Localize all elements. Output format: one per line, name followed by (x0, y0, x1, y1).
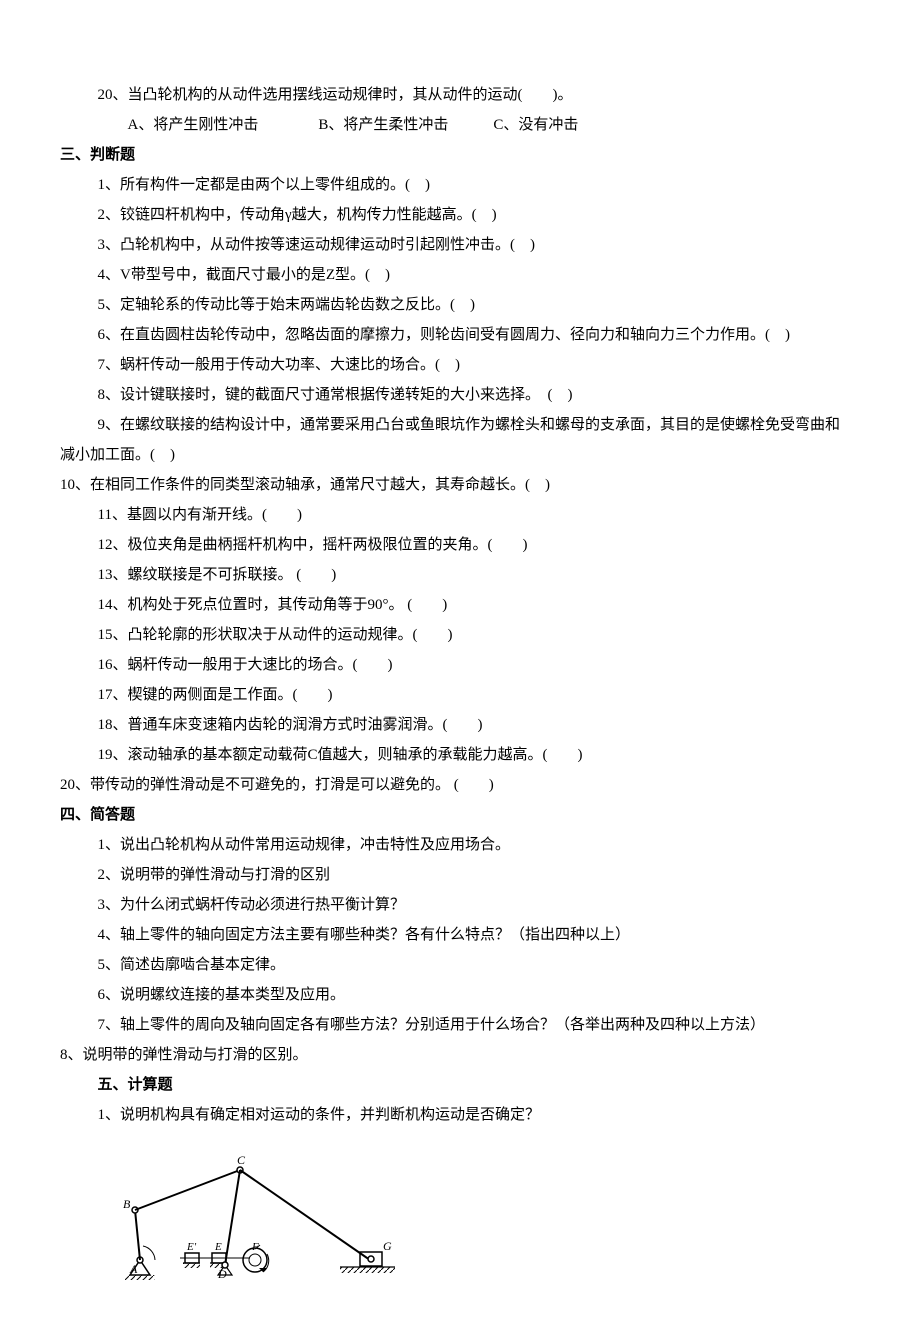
tf-item: 6、在直齿圆柱齿轮传动中，忽略齿面的摩擦力，则轮齿间受有圆周力、径向力和轴向力三… (60, 320, 860, 350)
tf-item: 11、基圆以内有渐开线。( ) (60, 500, 860, 530)
tf-item: 13、螺纹联接是不可拆联接。 ( ) (60, 560, 860, 590)
mc-question-20: 20、当凸轮机构的从动件选用摆线运动规律时，其从动件的运动( )。 (60, 80, 860, 110)
tf-item: 2、铰链四杆机构中，传动角γ越大，机构传力性能越高。( ) (60, 200, 860, 230)
sa-item: 2、说明带的弹性滑动与打滑的区别 (60, 860, 860, 890)
tf-item: 18、普通车床变速箱内齿轮的润滑方式时油雾润滑。( ) (60, 710, 860, 740)
mc-question-20-options: A、将产生刚性冲击 B、将产生柔性冲击 C、没有冲击 (60, 110, 860, 140)
label-c: C (237, 1153, 246, 1167)
tf-item: 14、机构处于死点位置时，其传动角等于90°。 ( ) (60, 590, 860, 620)
sa-item: 7、轴上零件的周向及轴向固定各有哪些方法？分别适用于什么场合？（各举出两种及四种… (60, 1010, 860, 1040)
tf-item: 19、滚动轴承的基本额定动载荷C值越大，则轴承的承载能力越高。( ) (60, 740, 860, 770)
tf-item-9b: 减小加工面。( ) (60, 440, 860, 470)
tf-item: 7、蜗杆传动一般用于传动大功率、大速比的场合。( ) (60, 350, 860, 380)
tf-item-20b: 20、带传动的弹性滑动是不可避免的，打滑是可以避免的。 ( ) (60, 770, 860, 800)
sa-item: 4、轴上零件的轴向固定方法主要有哪些种类？各有什么特点？（指出四种以上） (60, 920, 860, 950)
section-3-heading: 三、判断题 (60, 140, 860, 170)
sa-item: 3、为什么闭式蜗杆传动必须进行热平衡计算？ (60, 890, 860, 920)
tf-item-9a: 9、在螺纹联接的结构设计中，通常要采用凸台或鱼眼坑作为螺栓头和螺母的支承面，其目… (60, 410, 860, 440)
tf-item-10: 10、在相同工作条件的同类型滚动轴承，通常尺寸越大，其寿命越长。( ) (60, 470, 860, 500)
label-e: E (214, 1241, 222, 1253)
tf-item: 3、凸轮机构中，从动件按等速运动规律运动时引起刚性冲击。( ) (60, 230, 860, 260)
tf-item: 8、设计键联接时，键的截面尺寸通常根据传递转矩的大小来选择。 ( ) (60, 380, 860, 410)
label-b: B (123, 1197, 131, 1211)
sa-item: 5、简述齿廓啮合基本定律。 (60, 950, 860, 980)
section-4-heading: 四、简答题 (60, 800, 860, 830)
tf-item: 5、定轴轮系的传动比等于始末两端齿轮齿数之反比。( ) (60, 290, 860, 320)
section-5-heading: 五、计算题 (60, 1070, 860, 1100)
tf-item: 17、楔键的两侧面是工作面。( ) (60, 680, 860, 710)
label-a: A (129, 1262, 138, 1276)
tf-item: 15、凸轮轮廓的形状取决于从动件的运动规律。( ) (60, 620, 860, 650)
tf-item: 1、所有构件一定都是由两个以上零件组成的。( ) (60, 170, 860, 200)
sa-item-8: 8、说明带的弹性滑动与打滑的区别。 (60, 1040, 860, 1070)
tf-item: 12、极位夹角是曲柄摇杆机构中，摇杆两极限位置的夹角。( ) (60, 530, 860, 560)
sa-item: 1、说出凸轮机构从动件常用运动规律，冲击特性及应用场合。 (60, 830, 860, 860)
label-g: G (383, 1239, 392, 1253)
calc-item-1: 1、说明机构具有确定相对运动的条件，并判断机构运动是否确定？ (60, 1100, 860, 1130)
label-f: F (251, 1241, 259, 1253)
label-e-prime: E' (186, 1241, 197, 1253)
mechanism-figure: A B C E' E D F (105, 1150, 860, 1280)
sa-item: 6、说明螺纹连接的基本类型及应用。 (60, 980, 860, 1010)
tf-item: 16、蜗杆传动一般用于大速比的场合。( ) (60, 650, 860, 680)
tf-item: 4、V带型号中，截面尺寸最小的是Z型。( ) (60, 260, 860, 290)
